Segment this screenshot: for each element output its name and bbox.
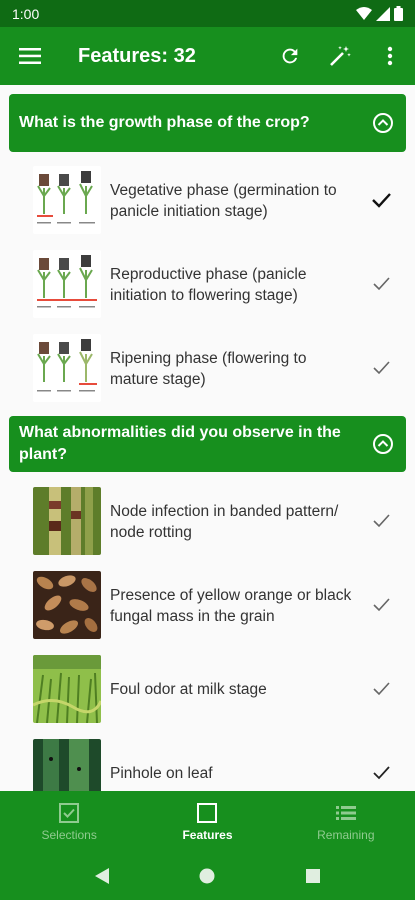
node-infection-image	[33, 487, 101, 555]
growth-stage-image	[33, 334, 101, 402]
item-label: Reproductive phase (panicle initiation t…	[110, 266, 307, 304]
growth-stage-image	[33, 250, 101, 318]
check-icon	[372, 193, 391, 208]
item-label: Pinhole on leaf	[110, 765, 213, 782]
milk-stage-field-image	[33, 655, 101, 723]
section-question: What is the growth phase of the crop?	[19, 114, 310, 131]
overflow-menu-button[interactable]	[365, 27, 415, 85]
tab-label: Selections	[41, 828, 97, 842]
list-item[interactable]: Vegetative phase (germination to panicle…	[0, 158, 415, 242]
item-label: Foul odor at milk stage	[110, 681, 267, 698]
feature-list[interactable]: What is the growth phase of the crop? Ve…	[0, 85, 415, 791]
list-item[interactable]: Pinhole on leaf	[0, 731, 415, 791]
section-header-abnormalities[interactable]: What abnormalities did you observe in th…	[9, 416, 406, 472]
signal-icon	[376, 6, 390, 21]
status-bar: 1:00	[0, 0, 415, 27]
check-icon	[373, 277, 390, 291]
list-item[interactable]: Foul odor at milk stage	[0, 647, 415, 731]
system-navigation-bar	[0, 851, 415, 900]
bottom-navigation: Selections Features Remaining	[0, 791, 415, 851]
status-time: 1:00	[12, 5, 40, 22]
section-question: What abnormalities did you observe in th…	[19, 424, 341, 463]
growth-stage-image	[33, 166, 101, 234]
pinhole-leaf-image	[33, 739, 101, 791]
menu-button[interactable]	[0, 27, 60, 85]
tab-selections[interactable]: Selections	[0, 791, 138, 851]
wifi-icon	[356, 6, 372, 20]
list-item[interactable]: Reproductive phase (panicle initiation t…	[0, 242, 415, 326]
list-icon	[335, 806, 356, 820]
recents-icon[interactable]	[305, 868, 321, 884]
tab-label: Remaining	[317, 828, 375, 842]
list-item[interactable]: Ripening phase (flowering to mature stag…	[0, 326, 415, 410]
page-title: Features: 32	[78, 44, 196, 67]
check-icon	[373, 514, 390, 528]
check-icon	[373, 598, 390, 612]
battery-icon	[394, 6, 403, 21]
refresh-button[interactable]	[265, 27, 315, 85]
check-icon	[373, 766, 390, 780]
hamburger-menu-icon	[19, 48, 41, 64]
check-icon	[373, 682, 390, 696]
fungal-grain-image	[33, 571, 101, 639]
tab-label: Features	[182, 828, 233, 842]
tab-remaining[interactable]: Remaining	[277, 791, 415, 851]
checkbox-icon	[59, 803, 80, 823]
magic-wand-icon	[330, 46, 351, 66]
check-icon	[373, 361, 390, 375]
list-item[interactable]: Node infection in banded pattern/ node r…	[0, 479, 415, 563]
home-icon[interactable]	[198, 867, 216, 885]
item-label: Ripening phase (flowering to mature stag…	[110, 350, 307, 388]
refresh-icon	[282, 48, 298, 64]
collapse-chevron-icon[interactable]	[360, 112, 406, 134]
list-item[interactable]: Presence of yellow orange or black funga…	[0, 563, 415, 647]
item-label: Vegetative phase (germination to panicle…	[110, 182, 337, 220]
auto-fix-button[interactable]	[315, 27, 365, 85]
back-icon[interactable]	[94, 867, 110, 885]
square-icon	[197, 803, 218, 823]
collapse-chevron-icon[interactable]	[360, 433, 406, 455]
app-bar: Features: 32	[0, 27, 415, 85]
more-vert-icon	[387, 46, 393, 66]
tab-features[interactable]: Features	[138, 791, 276, 851]
item-label: Presence of yellow orange or black funga…	[110, 587, 352, 625]
item-label: Node infection in banded pattern/ node r…	[110, 503, 339, 541]
section-header-growth-phase[interactable]: What is the growth phase of the crop?	[9, 94, 406, 152]
